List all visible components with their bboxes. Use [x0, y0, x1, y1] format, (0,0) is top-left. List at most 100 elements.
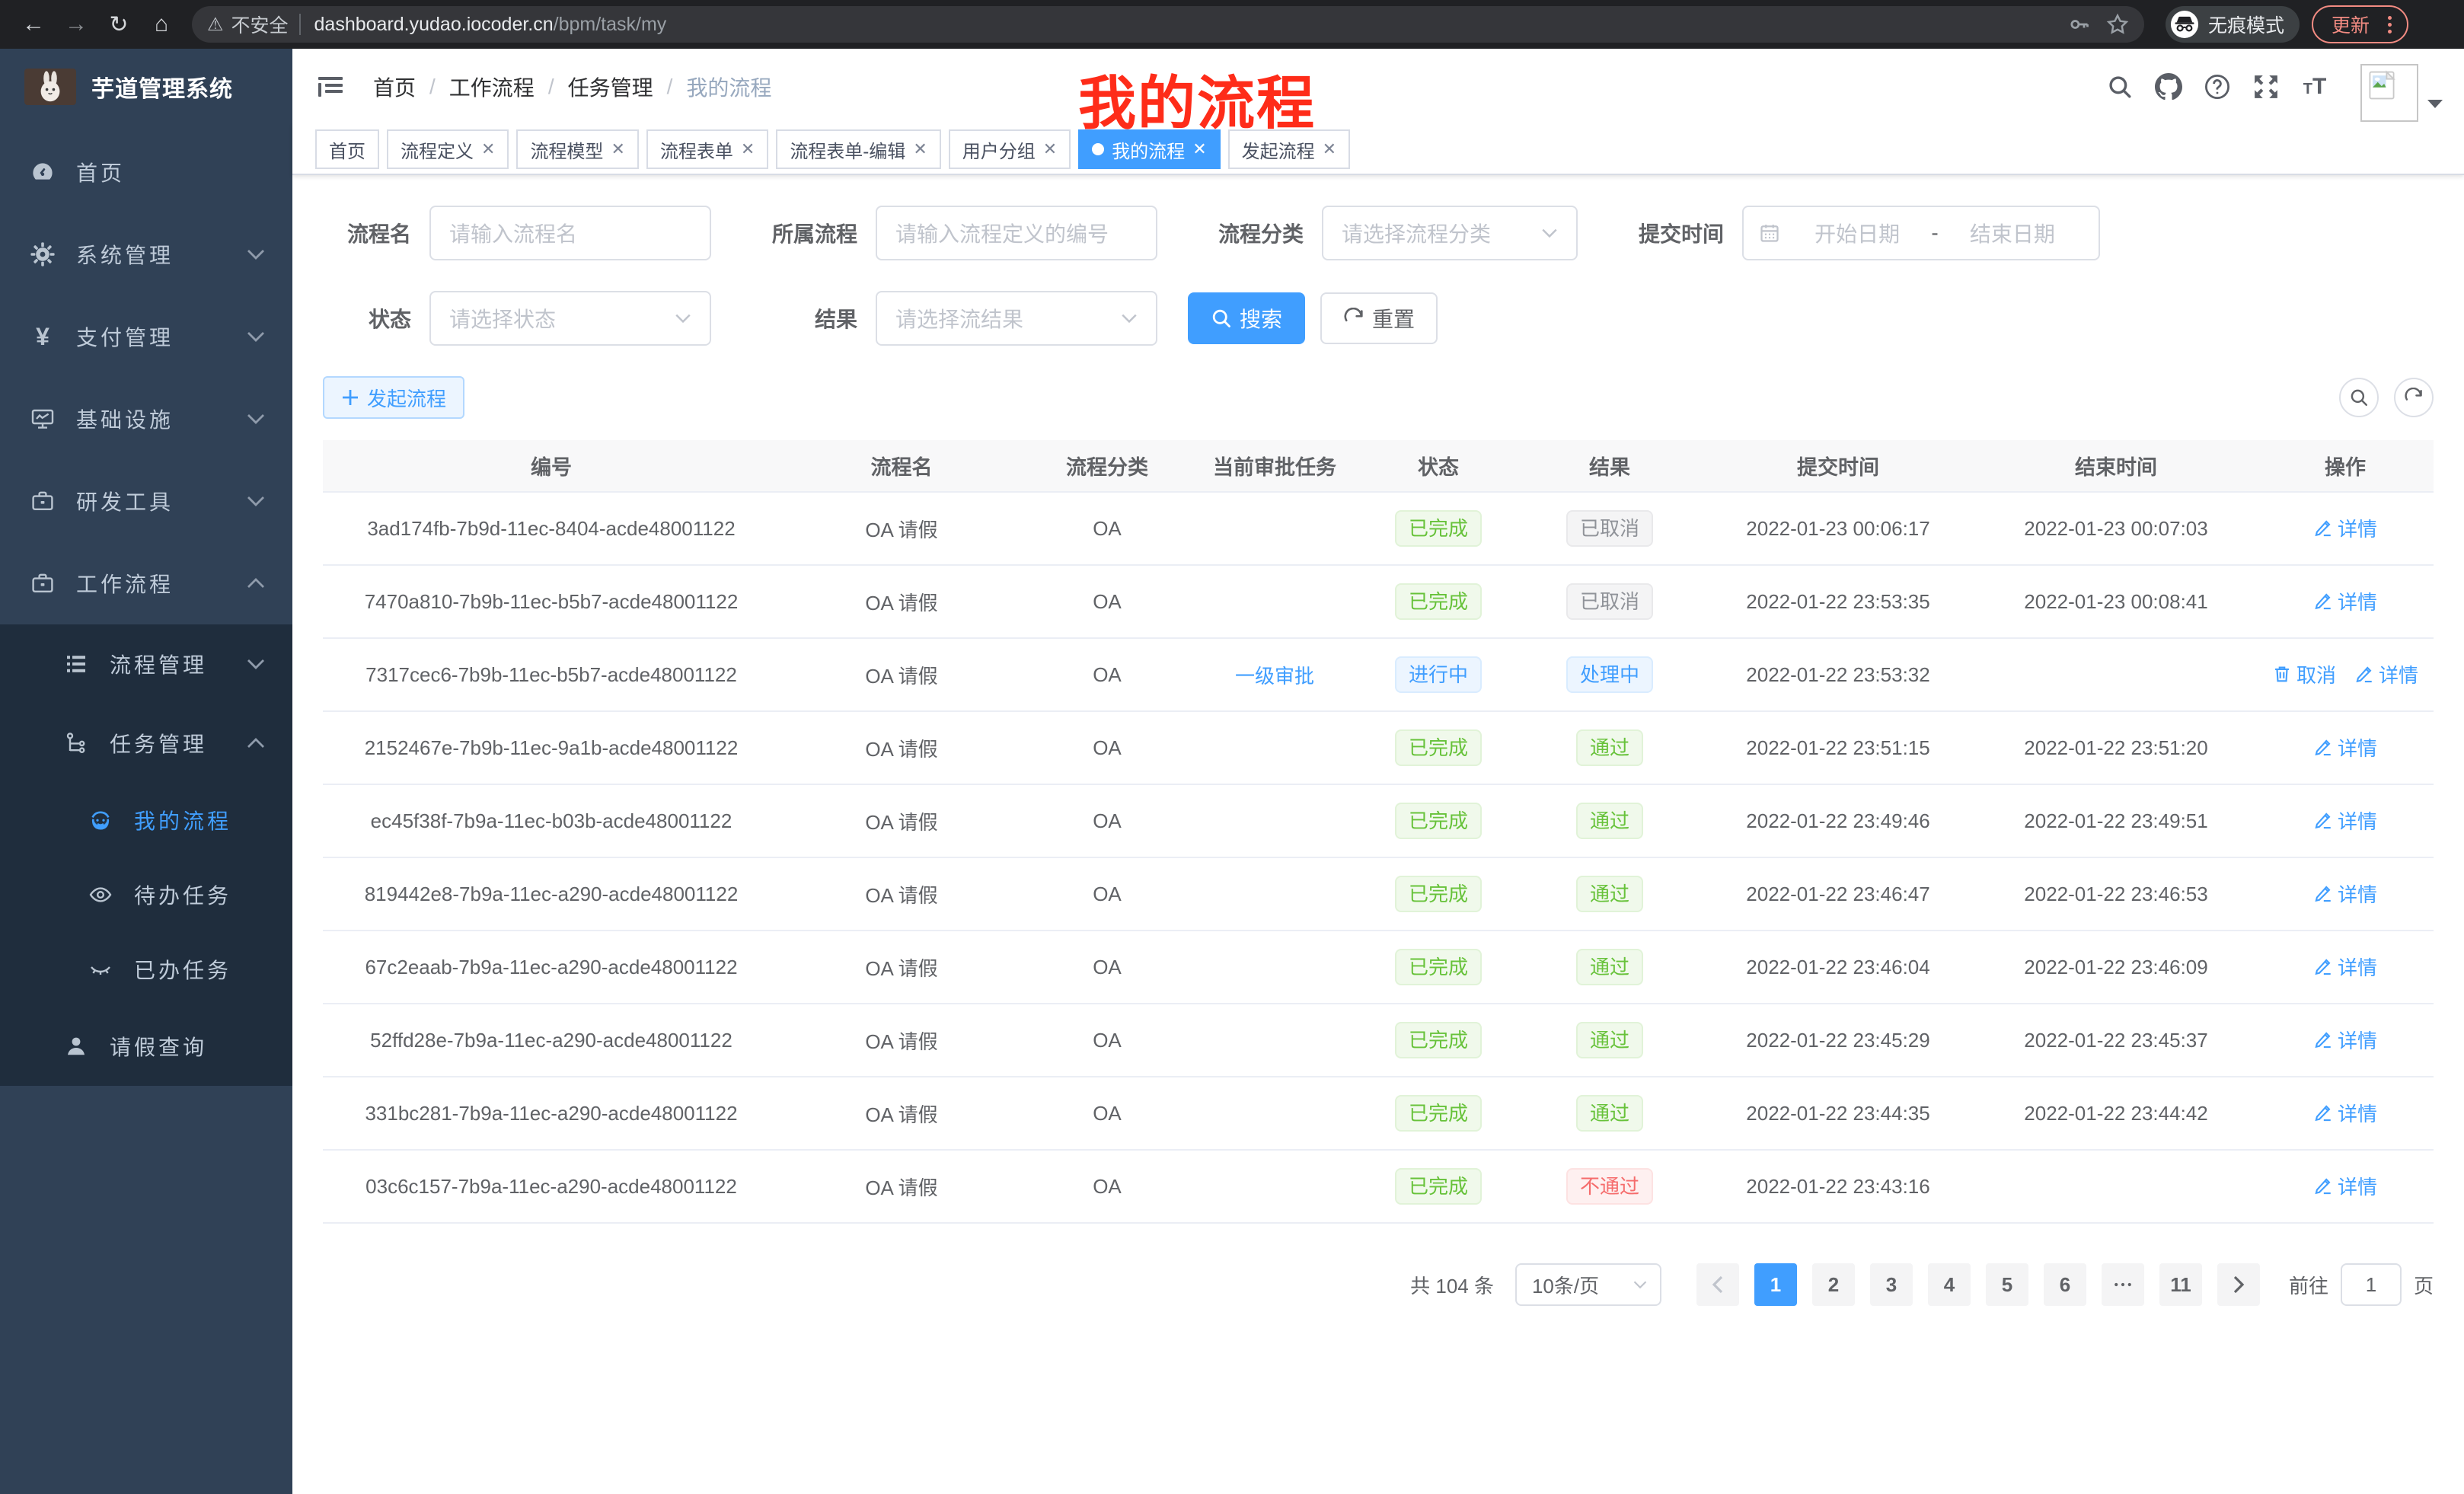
sidebar-item-workflow[interactable]: 工作流程: [0, 542, 292, 624]
browser-reload-icon[interactable]: ↻: [97, 6, 140, 43]
tab-start-process[interactable]: 发起流程✕: [1228, 129, 1350, 169]
sidebar-item-infrastructure[interactable]: 基础设施: [0, 378, 292, 460]
bookmark-star-icon[interactable]: [2106, 13, 2129, 36]
category-select[interactable]: 请选择流程分类: [1322, 206, 1578, 260]
page-button-4[interactable]: 4: [1928, 1263, 1971, 1306]
url-host: dashboard.yudao.iocoder.cn: [314, 14, 554, 36]
page-button-11[interactable]: 11: [2159, 1263, 2202, 1306]
github-icon[interactable]: [2144, 73, 2193, 101]
yen-icon: ¥: [30, 324, 55, 349]
sidebar-item-todo-tasks[interactable]: 待办任务: [0, 857, 292, 932]
result-select[interactable]: 请选择流结果: [876, 291, 1157, 346]
sidebar-item-my-process[interactable]: 我的流程: [0, 783, 292, 857]
close-icon[interactable]: ✕: [611, 139, 624, 159]
goto-page-input[interactable]: 1: [2341, 1263, 2402, 1306]
active-tab-dot: [1092, 143, 1104, 155]
start-process-button[interactable]: 发起流程: [323, 376, 464, 419]
process-table: 编号流程名流程分类当前审批任务状态结果提交时间结束时间操作 3ad174fb-7…: [323, 440, 2434, 1224]
table-row: 819442e8-7b9a-11ec-a290-acde48001122OA 请…: [323, 857, 2434, 931]
cell-current-task: [1191, 784, 1358, 857]
close-icon[interactable]: ✕: [1323, 139, 1336, 159]
breadcrumb-item[interactable]: 任务管理: [568, 72, 653, 102]
close-icon[interactable]: ✕: [741, 139, 755, 159]
detail-link[interactable]: 详情: [2313, 806, 2377, 835]
tab-process-model[interactable]: 流程模型✕: [516, 129, 638, 169]
detail-link[interactable]: 详情: [2313, 587, 2377, 615]
cancel-link[interactable]: 取消: [2272, 660, 2336, 688]
page-button-6[interactable]: 6: [2044, 1263, 2086, 1306]
sidebar-item-done-tasks[interactable]: 已办任务: [0, 932, 292, 1007]
page-button-5[interactable]: 5: [1986, 1263, 2028, 1306]
sidebar-item-process-mgmt[interactable]: 流程管理: [0, 624, 292, 704]
detail-link[interactable]: 详情: [2354, 660, 2418, 688]
parent-process-input[interactable]: 请输入流程定义的编号: [876, 206, 1157, 260]
close-icon[interactable]: ✕: [1192, 139, 1206, 159]
cell-id: 331bc281-7b9a-11ec-a290-acde48001122: [323, 1077, 780, 1150]
browser-home-icon[interactable]: ⌂: [140, 6, 183, 43]
header-search-icon[interactable]: [2095, 74, 2144, 100]
breadcrumb-item[interactable]: 首页: [373, 72, 416, 102]
password-key-icon[interactable]: [2068, 13, 2091, 36]
refresh-table-button[interactable]: [2394, 378, 2434, 417]
sidebar-item-system[interactable]: 系统管理: [0, 213, 292, 295]
briefcase-icon: [30, 489, 55, 513]
detail-link[interactable]: 详情: [2313, 1172, 2377, 1200]
sidebar-item-label: 流程管理: [110, 649, 247, 679]
page-button-3[interactable]: 3: [1870, 1263, 1913, 1306]
cell-category: OA: [1023, 931, 1191, 1004]
browser-forward-icon[interactable]: →: [55, 6, 97, 43]
browser-menu-icon[interactable]: [2382, 16, 2398, 34]
tab-home[interactable]: 首页: [315, 129, 379, 169]
detail-link[interactable]: 详情: [2313, 514, 2377, 542]
process-name-input[interactable]: 请输入流程名: [429, 206, 711, 260]
page-button-1[interactable]: 1: [1754, 1263, 1797, 1306]
search-button[interactable]: 搜索: [1188, 292, 1305, 344]
page-size-select[interactable]: 10条/页: [1515, 1263, 1661, 1306]
detail-link[interactable]: 详情: [2313, 1099, 2377, 1127]
tags-view: 首页流程定义✕流程模型✕流程表单✕流程表单-编辑✕用户分组✕我的流程✕发起流程✕: [292, 125, 2464, 175]
current-task-link[interactable]: 一级审批: [1235, 661, 1314, 689]
date-separator: -: [1928, 221, 1941, 245]
help-icon[interactable]: [2193, 73, 2242, 101]
fullscreen-icon[interactable]: [2242, 74, 2290, 100]
breadcrumb-item[interactable]: 工作流程: [449, 72, 535, 102]
sidebar-item-label: 我的流程: [134, 805, 292, 835]
sidebar-item-home[interactable]: 首页: [0, 131, 292, 213]
detail-link[interactable]: 详情: [2313, 879, 2377, 908]
close-icon[interactable]: ✕: [1043, 139, 1057, 159]
font-size-icon[interactable]: TT: [2290, 74, 2339, 100]
cell-status: 已完成: [1358, 1150, 1518, 1223]
tab-process-form-edit[interactable]: 流程表单-编辑✕: [776, 129, 940, 169]
avatar[interactable]: [2360, 64, 2418, 122]
detail-link[interactable]: 详情: [2313, 733, 2377, 761]
sidebar-item-dev-tools[interactable]: 研发工具: [0, 460, 292, 542]
tab-process-definition[interactable]: 流程定义✕: [387, 129, 509, 169]
status-select[interactable]: 请选择状态: [429, 291, 711, 346]
page-button-2[interactable]: 2: [1812, 1263, 1855, 1306]
sidebar-collapse-icon[interactable]: [315, 72, 358, 102]
detail-link[interactable]: 详情: [2313, 953, 2377, 981]
show-search-toggle-button[interactable]: [2339, 378, 2379, 417]
app-logo[interactable]: 芋道管理系统: [0, 49, 292, 125]
tab-user-group[interactable]: 用户分组✕: [949, 129, 1071, 169]
breadcrumb-item: 我的流程: [686, 72, 771, 102]
prev-page-button[interactable]: [1696, 1263, 1739, 1306]
browser-back-icon[interactable]: ←: [12, 6, 55, 43]
cell-result: 处理中: [1518, 638, 1701, 711]
close-icon[interactable]: ✕: [913, 139, 927, 159]
sidebar-item-task-mgmt[interactable]: 任务管理: [0, 704, 292, 783]
next-page-button[interactable]: [2217, 1263, 2260, 1306]
chrome-update-button[interactable]: 更新: [2312, 5, 2408, 43]
close-icon[interactable]: ✕: [481, 139, 495, 159]
detail-link[interactable]: 详情: [2313, 1026, 2377, 1054]
chevron-down-icon: [247, 658, 265, 670]
tab-process-form[interactable]: 流程表单✕: [646, 129, 768, 169]
address-bar[interactable]: ⚠ 不安全 dashboard.yudao.iocoder.cn/bpm/tas…: [192, 6, 2144, 43]
reset-button[interactable]: 重置: [1320, 292, 1438, 344]
sidebar-item-payment[interactable]: ¥支付管理: [0, 295, 292, 378]
avatar-caret-icon[interactable]: [2427, 97, 2443, 110]
tab-my-process[interactable]: 我的流程✕: [1078, 129, 1220, 169]
submit-time-range-picker[interactable]: 开始日期 - 结束日期: [1742, 206, 2100, 260]
more-pages-icon[interactable]: [2102, 1263, 2144, 1306]
sidebar-item-leave-query[interactable]: 请假查询: [0, 1007, 292, 1086]
